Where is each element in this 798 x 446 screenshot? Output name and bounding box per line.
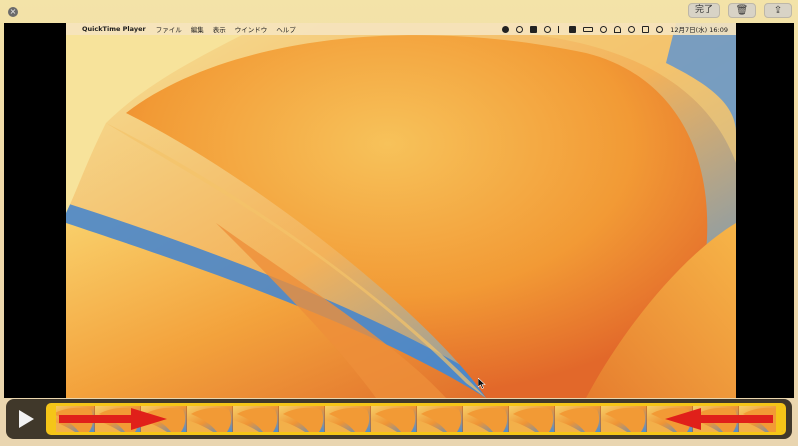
- battery-icon[interactable]: [583, 26, 594, 32]
- close-button[interactable]: ×: [8, 7, 18, 17]
- trim-bar: [6, 399, 792, 439]
- menu-window[interactable]: ウインドウ: [235, 24, 268, 34]
- arrow-left-icon: [665, 408, 773, 430]
- menubar-clock[interactable]: 12月7日(水) 16:09: [670, 24, 728, 34]
- trim-handle-right[interactable]: [776, 406, 783, 432]
- trash-button[interactable]: 🗑: [728, 3, 756, 18]
- airplay-icon[interactable]: [544, 25, 552, 33]
- app-menu[interactable]: QuickTime Player: [82, 25, 146, 33]
- mouse-cursor-icon: [478, 378, 486, 389]
- share-button[interactable]: ⇪: [764, 3, 792, 18]
- video-frame: QuickTime Player ファイル 編集 表示 ウインドウ ヘルプ 12…: [4, 23, 794, 398]
- clipboard-icon[interactable]: [530, 25, 538, 33]
- wallpaper: [66, 23, 736, 398]
- arrow-right-icon: [59, 408, 167, 430]
- macos-menubar: QuickTime Player ファイル 編集 表示 ウインドウ ヘルプ 12…: [66, 23, 736, 35]
- play-button[interactable]: [16, 409, 36, 429]
- menu-view[interactable]: 表示: [213, 24, 226, 34]
- done-button[interactable]: 完了: [687, 3, 720, 18]
- recorded-screen: QuickTime Player ファイル 編集 表示 ウインドウ ヘルプ 12…: [66, 23, 736, 398]
- menu-file[interactable]: ファイル: [156, 24, 182, 34]
- siri-icon[interactable]: [656, 25, 664, 33]
- wifi-icon[interactable]: [614, 25, 622, 33]
- menu-edit[interactable]: 編集: [191, 24, 204, 34]
- toolbar-actions: 完了 🗑 ⇪: [687, 3, 792, 18]
- trim-filmstrip[interactable]: [46, 403, 786, 435]
- search-icon[interactable]: [628, 25, 636, 33]
- share-icon: ⇪: [773, 5, 783, 16]
- menu-help[interactable]: ヘルプ: [276, 24, 296, 34]
- record-stop-icon[interactable]: [502, 25, 510, 33]
- trash-icon: 🗑: [735, 5, 749, 16]
- trim-handle-left[interactable]: [49, 406, 56, 432]
- menubar-status: 12月7日(水) 16:09: [502, 24, 728, 34]
- bluetooth-icon[interactable]: [558, 25, 562, 33]
- control-center-icon[interactable]: [642, 25, 650, 33]
- focus-icon[interactable]: [516, 25, 524, 33]
- input-source-icon[interactable]: [569, 25, 577, 33]
- play-icon: [19, 410, 34, 428]
- user-icon[interactable]: [600, 25, 608, 33]
